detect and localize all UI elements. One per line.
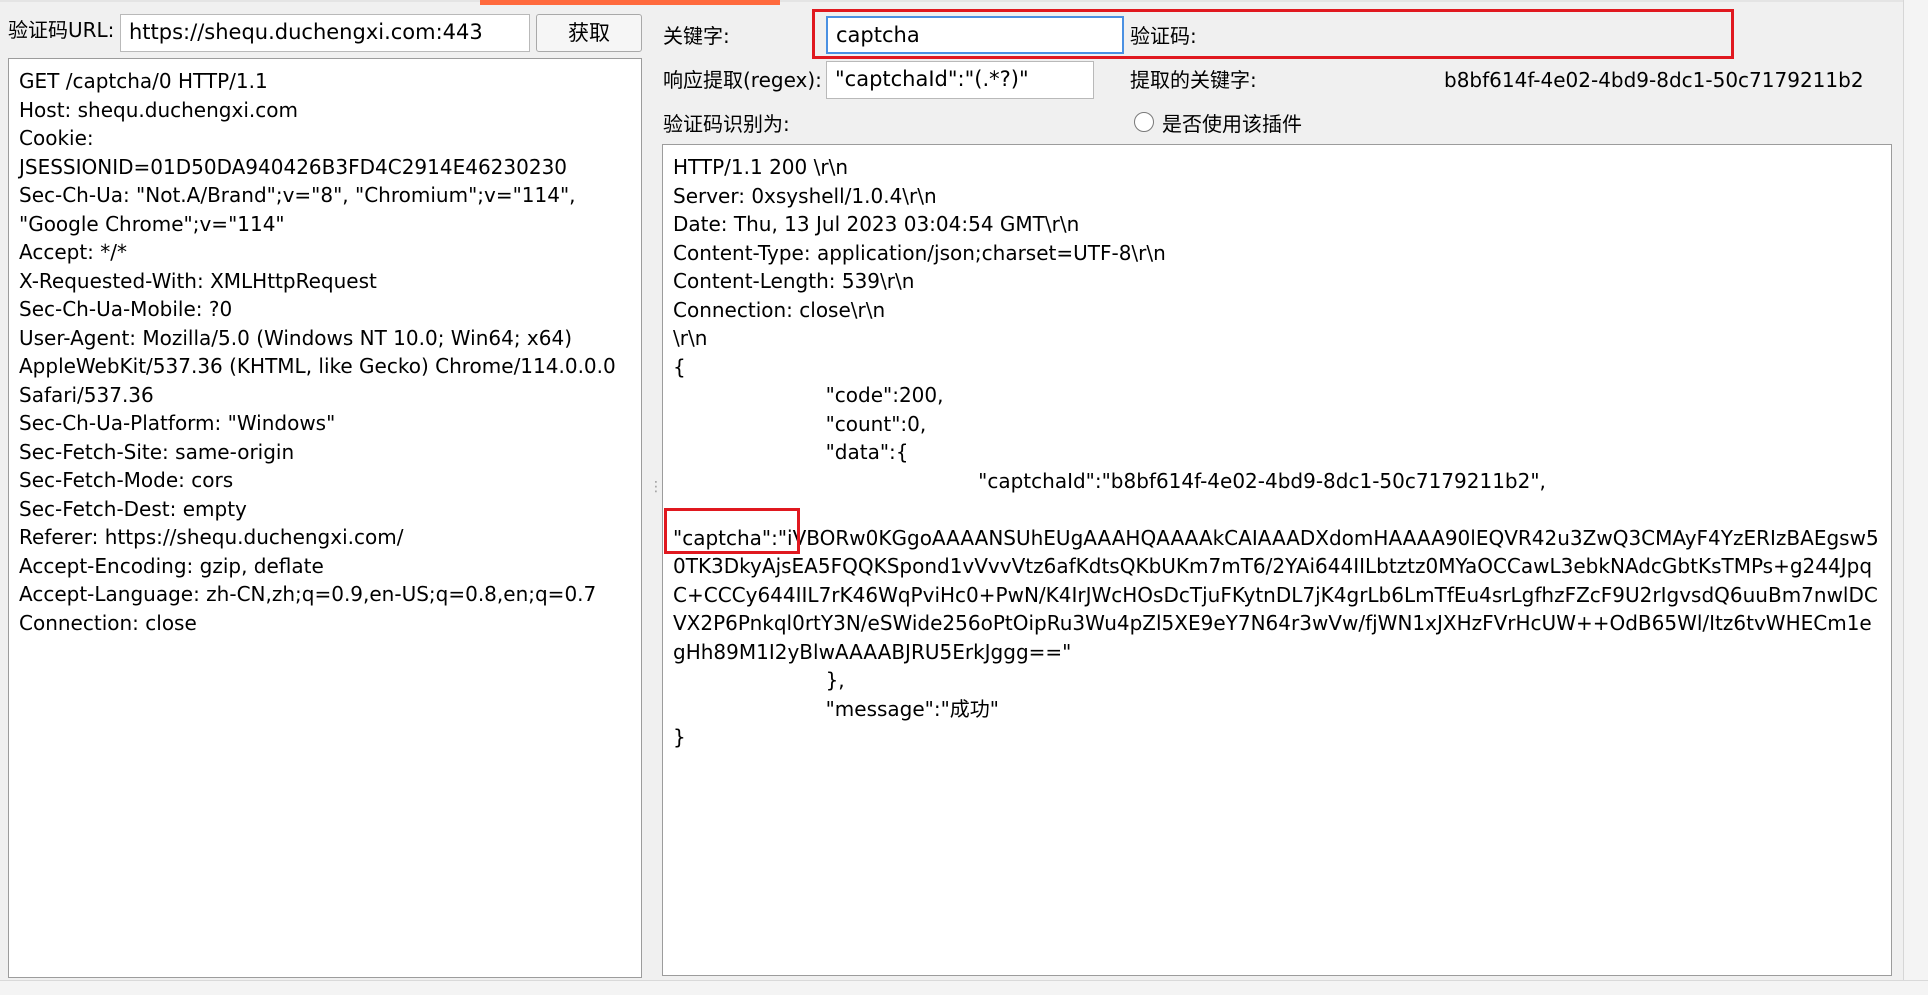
window-top-border	[0, 0, 1928, 5]
request-text: GET /captcha/0 HTTP/1.1 Host: shequ.duch…	[19, 69, 616, 635]
keyword-input[interactable]: captcha	[826, 16, 1124, 54]
captcha-url-input[interactable]: https://shequ.duchengxi.com:443	[120, 14, 530, 52]
response-textarea[interactable]: HTTP/1.1 200 \r\n Server: 0xsyshell/1.0.…	[662, 144, 1892, 976]
use-plugin-radio[interactable]	[1134, 112, 1154, 132]
request-textarea[interactable]: GET /captcha/0 HTTP/1.1 Host: shequ.duch…	[8, 58, 642, 978]
captcha-label: 验证码:	[1130, 24, 1197, 48]
regex-input[interactable]: "captchaId":"(.*?)"	[826, 61, 1094, 99]
bottom-splitter[interactable]	[0, 980, 1928, 995]
keyword-label: 关键字:	[663, 24, 730, 48]
active-tab-indicator	[480, 0, 780, 5]
fetch-button[interactable]: 获取	[536, 14, 642, 52]
captcha-url-label: 验证码URL:	[8, 18, 115, 42]
response-text: HTTP/1.1 200 \r\n Server: 0xsyshell/1.0.…	[673, 155, 1879, 749]
extracted-keyword-label: 提取的关键字:	[1130, 68, 1257, 92]
regex-label: 响应提取(regex):	[663, 68, 822, 92]
use-plugin-label: 是否使用该插件	[1162, 112, 1302, 136]
right-scroll-edge[interactable]	[1903, 0, 1928, 994]
vertical-splitter-handle[interactable]: ⋮	[649, 480, 663, 494]
extracted-keyword-value: b8bf614f-4e02-4bd9-8dc1-50c7179211b2	[1444, 68, 1864, 92]
captcha-recognized-label: 验证码识别为:	[663, 112, 790, 136]
